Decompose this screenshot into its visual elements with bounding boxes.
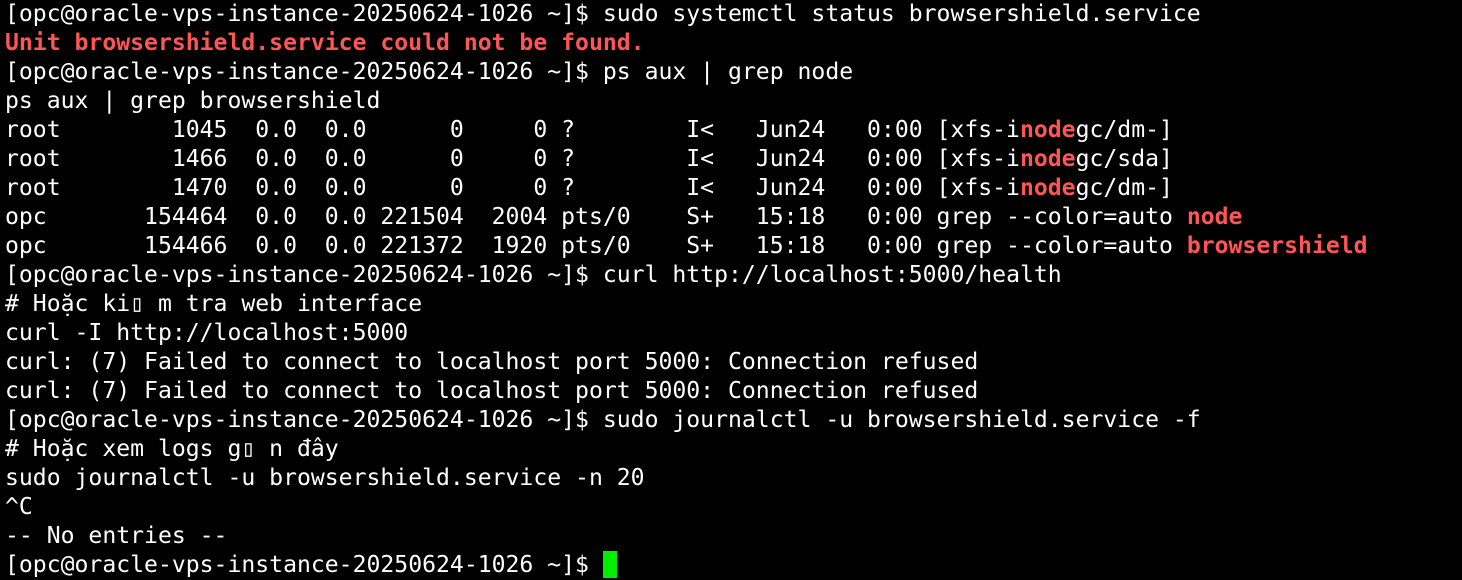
output-line: # Hoặc xem logs g▯ n đây	[5, 436, 339, 462]
output-line: -- No entries --	[5, 523, 228, 549]
process-row-text: root 1045 0.0 0.0 0 0 ? I< Jun24 0:00 [x…	[5, 117, 1020, 143]
process-row-text: opc 154466 0.0 0.0 221372 1920 pts/0 S+ …	[5, 233, 1187, 259]
process-row-text: gc/sda]	[1075, 146, 1173, 172]
process-row-text: gc/dm-]	[1075, 175, 1173, 201]
terminal-line: [opc@oracle-vps-instance-20250624-1026 ~…	[5, 261, 1462, 290]
process-row-text: opc 154464 0.0 0.0 221504 2004 pts/0 S+ …	[5, 204, 1187, 230]
process-row-text: root 1470 0.0 0.0 0 0 ? I< Jun24 0:00 [x…	[5, 175, 1020, 201]
terminal-window[interactable]: [opc@oracle-vps-instance-20250624-1026 ~…	[0, 0, 1462, 580]
shell-prompt: [opc@oracle-vps-instance-20250624-1026 ~…	[5, 1, 603, 27]
command-text: sudo journalctl -u browsershield.service…	[602, 407, 1201, 433]
command-text: curl http://localhost:5000/health	[602, 262, 1062, 288]
command-text: sudo systemctl status browsershield.serv…	[602, 1, 1201, 27]
process-row: root 1470 0.0 0.0 0 0 ? I< Jun24 0:00 [x…	[5, 174, 1462, 203]
output-line: sudo journalctl -u browsershield.service…	[5, 465, 645, 491]
output-line: curl: (7) Failed to connect to localhost…	[5, 378, 979, 404]
text-cursor[interactable]	[602, 551, 617, 578]
output-line: # Hoặc ki▯ m tra web interface	[5, 291, 423, 317]
terminal-line: [opc@oracle-vps-instance-20250624-1026 ~…	[5, 0, 1462, 29]
process-row-text: root 1466 0.0 0.0 0 0 ? I< Jun24 0:00 [x…	[5, 146, 1020, 172]
shell-prompt: [opc@oracle-vps-instance-20250624-1026 ~…	[5, 407, 603, 433]
process-row: opc 154464 0.0 0.0 221504 2004 pts/0 S+ …	[5, 203, 1462, 232]
grep-match: browsershield	[1186, 233, 1368, 259]
process-row-text: gc/dm-]	[1075, 117, 1173, 143]
shell-prompt: [opc@oracle-vps-instance-20250624-1026 ~…	[5, 59, 603, 85]
error-line: Unit browsershield.service could not be …	[5, 30, 645, 56]
grep-match: node	[1186, 204, 1243, 230]
output-line: curl -I http://localhost:5000	[5, 320, 409, 346]
output-line: ps aux | grep browsershield	[5, 88, 381, 114]
grep-match: node	[1019, 146, 1076, 172]
output-line: ^C	[5, 494, 33, 520]
terminal-line: [opc@oracle-vps-instance-20250624-1026 ~…	[5, 406, 1462, 435]
process-row: opc 154466 0.0 0.0 221372 1920 pts/0 S+ …	[5, 232, 1462, 261]
active-prompt-line[interactable]: [opc@oracle-vps-instance-20250624-1026 ~…	[5, 551, 1462, 580]
process-row: root 1045 0.0 0.0 0 0 ? I< Jun24 0:00 [x…	[5, 116, 1462, 145]
grep-match: node	[1019, 117, 1076, 143]
shell-prompt: [opc@oracle-vps-instance-20250624-1026 ~…	[5, 552, 603, 578]
grep-match: node	[1019, 175, 1076, 201]
process-row: root 1466 0.0 0.0 0 0 ? I< Jun24 0:00 [x…	[5, 145, 1462, 174]
terminal-line: [opc@oracle-vps-instance-20250624-1026 ~…	[5, 58, 1462, 87]
command-text: ps aux | grep node	[602, 59, 854, 85]
shell-prompt: [opc@oracle-vps-instance-20250624-1026 ~…	[5, 262, 603, 288]
output-line: curl: (7) Failed to connect to localhost…	[5, 349, 979, 375]
